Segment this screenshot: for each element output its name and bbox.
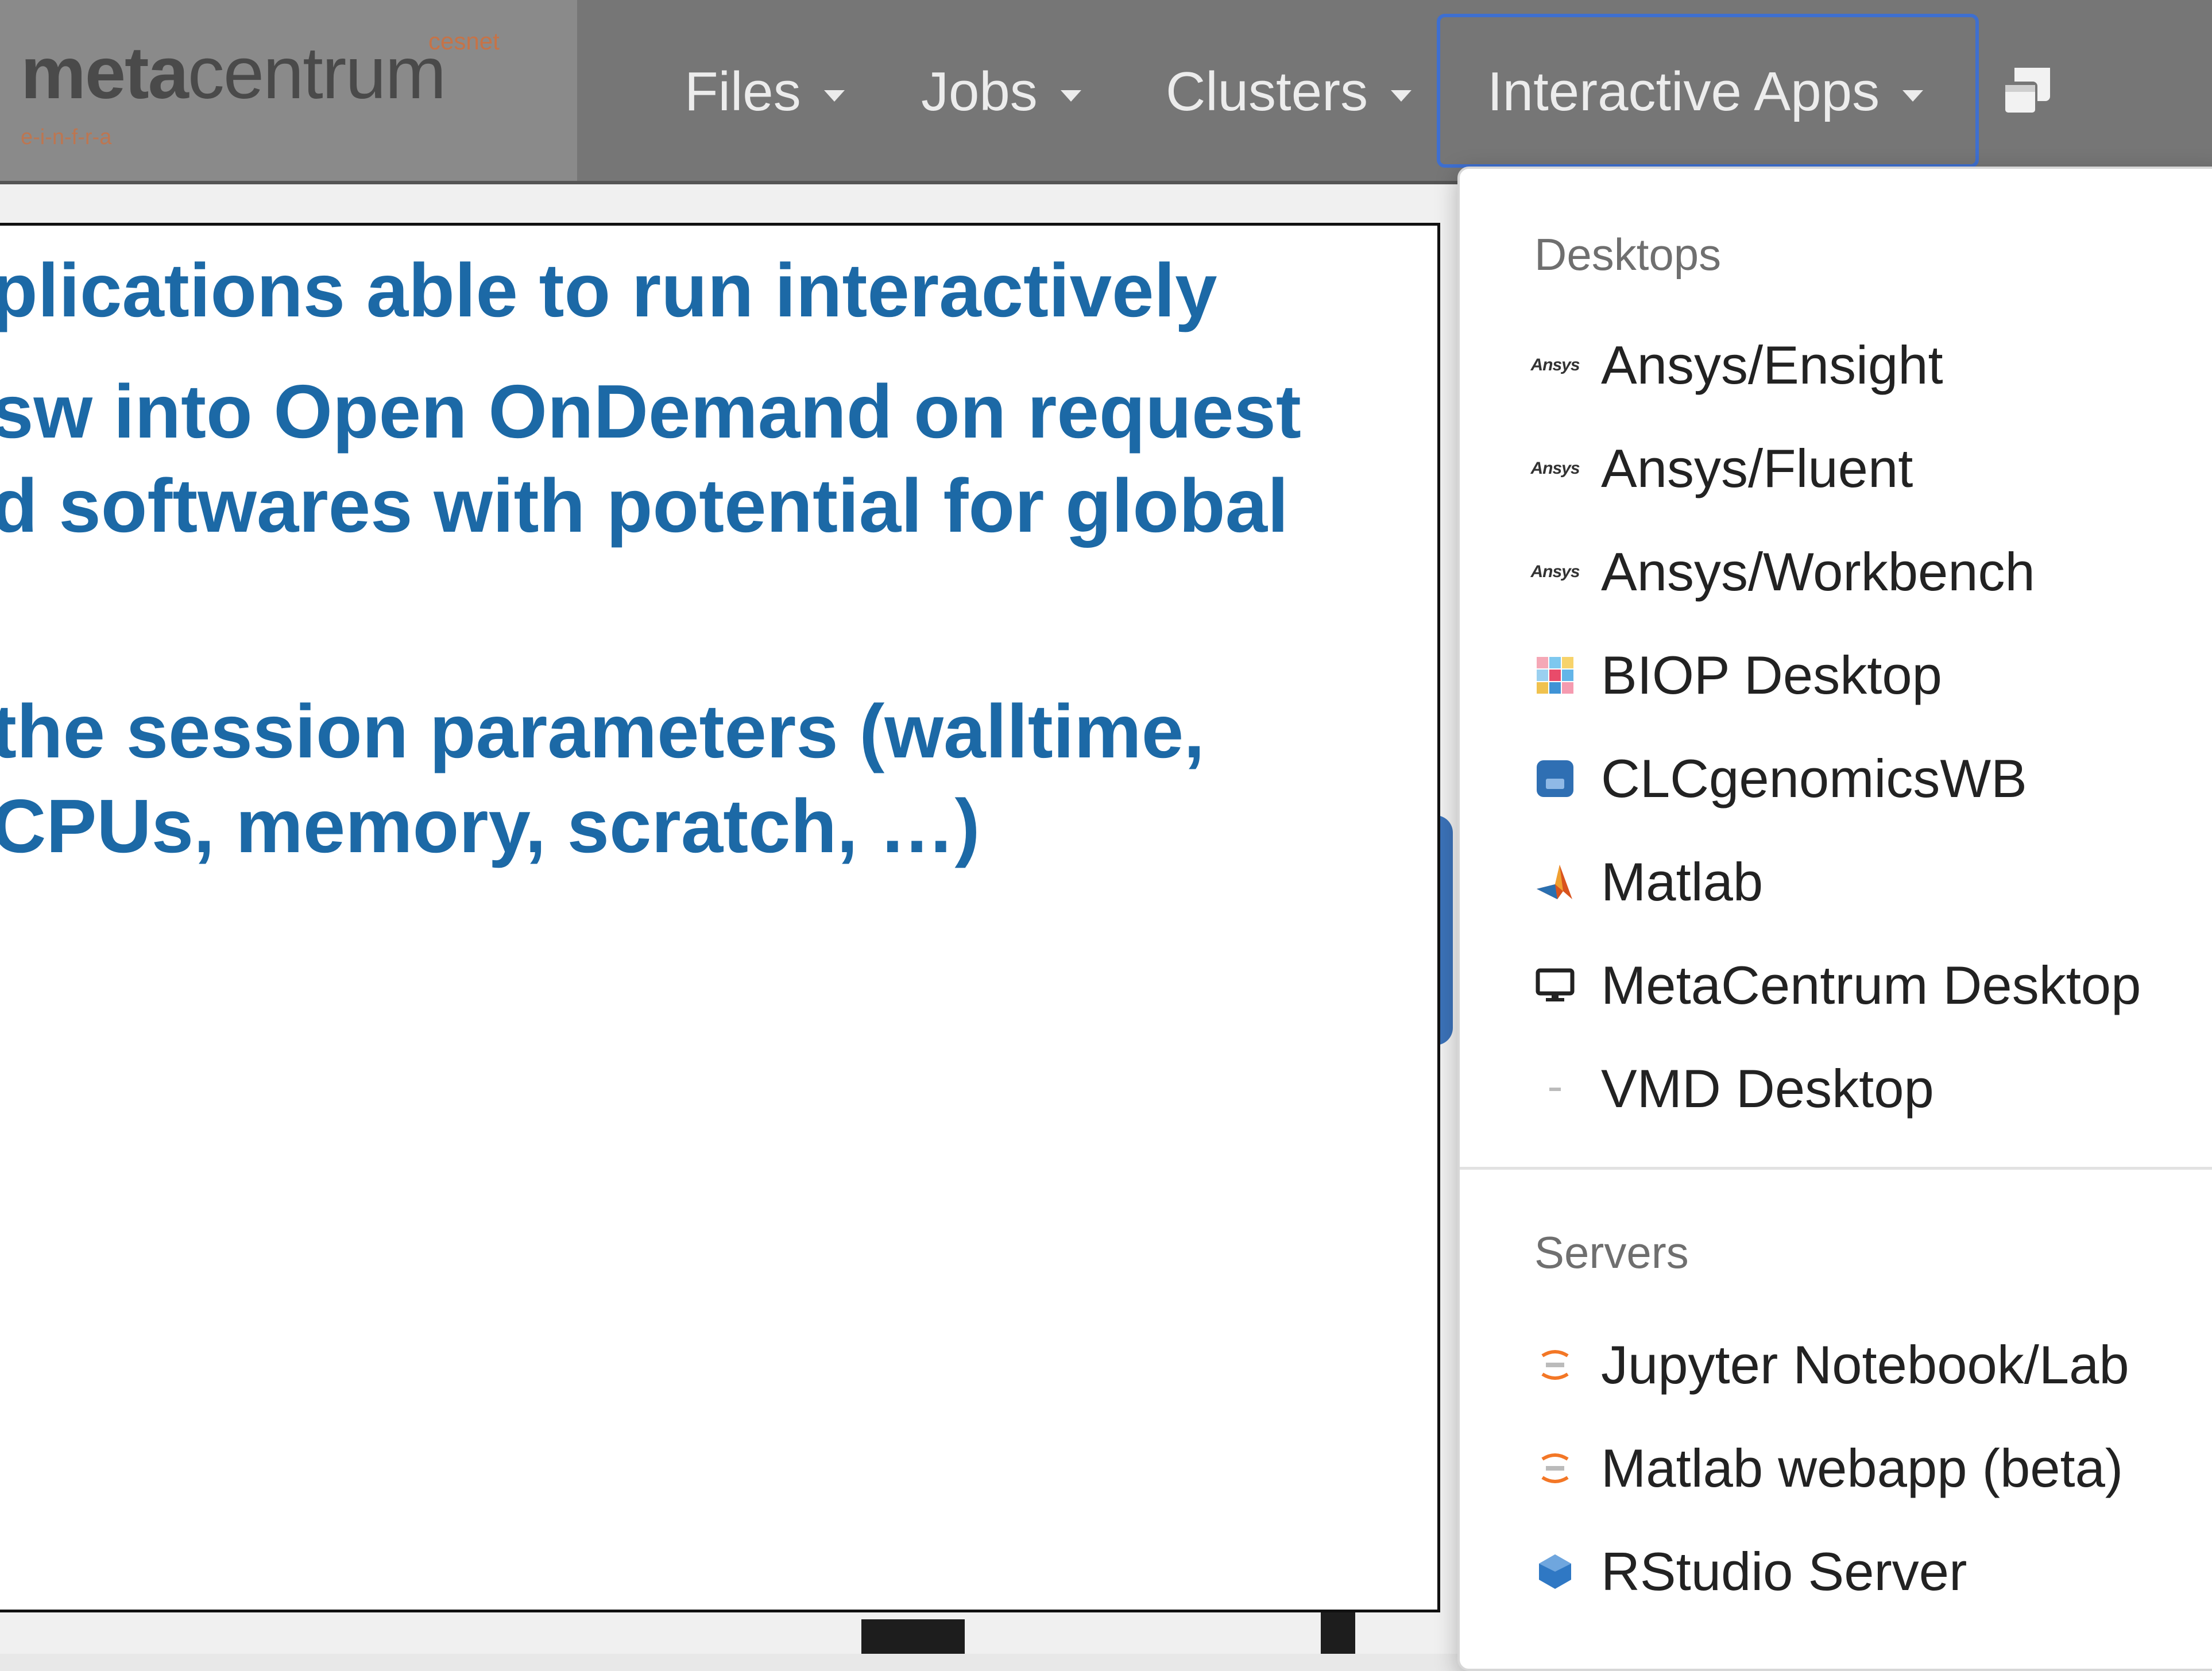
brand-small-text: cesnet bbox=[428, 28, 500, 55]
menu-item-metacentrum-desktop[interactable]: MetaCentrum Desktop bbox=[1534, 948, 2212, 1023]
chevron-down-icon bbox=[823, 90, 845, 102]
vmd-icon bbox=[1534, 1068, 1576, 1109]
ansys-icon: Ansys bbox=[1530, 355, 1580, 374]
menu-item-label: Matlab bbox=[1601, 852, 1764, 912]
menu-item-label: Ansys/Workbench bbox=[1601, 541, 2035, 602]
slide-line: the session parameters (walltime, bbox=[0, 689, 1205, 773]
interactive-apps-menu: Desktops Ansys Ansys/Ensight Ansys Ansys… bbox=[1457, 167, 2212, 1671]
menu-item-ansys-workbench[interactable]: Ansys Ansys/Workbench bbox=[1530, 535, 2212, 609]
menu-item-label: Matlab webapp (beta) bbox=[1601, 1438, 2124, 1498]
menu-item-ansys-fluent[interactable]: Ansys Ansys/Fluent bbox=[1530, 431, 2212, 506]
ansys-icon: Ansys bbox=[1530, 459, 1580, 478]
nav-files-label: Files bbox=[685, 61, 801, 122]
desktops-header: Desktops bbox=[1534, 229, 1722, 280]
ansys-icon: Ansys bbox=[1530, 562, 1580, 581]
menu-divider bbox=[1460, 1167, 2212, 1170]
slide-line: plications able to run interactively bbox=[0, 248, 1217, 332]
windows-icon[interactable] bbox=[1997, 63, 2055, 121]
menu-item-label: Ansys/Fluent bbox=[1601, 438, 1913, 498]
menu-item-matlab-webapp[interactable]: Matlab webapp (beta) bbox=[1534, 1431, 2212, 1506]
menu-item-label: VMD Desktop bbox=[1601, 1058, 1934, 1119]
menu-item-label: RStudio Server bbox=[1601, 1541, 1967, 1602]
jupyter-icon bbox=[1534, 1344, 1576, 1386]
slide-line: sw into Open OnDemand on request bbox=[0, 369, 1301, 454]
clc-icon bbox=[1534, 758, 1576, 799]
chevron-down-icon bbox=[1060, 90, 1081, 102]
rstudio-icon bbox=[1534, 1551, 1576, 1592]
desktop-monitor-icon bbox=[1534, 965, 1576, 1006]
slide-line: d softwares with potential for global bbox=[0, 463, 1289, 548]
nav-files-dropdown[interactable]: Files bbox=[685, 60, 845, 123]
top-navbar: metacentrum cesnet e-i-n-f-r-a Files Job… bbox=[0, 0, 2212, 184]
menu-item-vmd-desktop[interactable]: VMD Desktop bbox=[1534, 1051, 2212, 1126]
biop-icon bbox=[1534, 655, 1576, 696]
nav-jobs-dropdown[interactable]: Jobs bbox=[921, 60, 1081, 123]
menu-item-jupyter[interactable]: Jupyter Notebook/Lab bbox=[1534, 1328, 2212, 1402]
jupyter-icon bbox=[1534, 1448, 1576, 1489]
menu-item-biop-desktop[interactable]: BIOP Desktop bbox=[1534, 638, 2212, 713]
menu-item-label: Jupyter Notebook/Lab bbox=[1601, 1335, 2129, 1395]
nav-clusters-label: Clusters bbox=[1166, 61, 1368, 122]
background-dark-block bbox=[1321, 1608, 1355, 1654]
matlab-icon bbox=[1534, 861, 1576, 903]
servers-header: Servers bbox=[1534, 1227, 1689, 1278]
nav-clusters-dropdown[interactable]: Clusters bbox=[1166, 60, 1412, 123]
menu-item-clcgenomicswb[interactable]: CLCgenomicsWB bbox=[1534, 741, 2212, 816]
menu-item-label: Ansys/Ensight bbox=[1601, 335, 1943, 395]
brand-wordmark: metacentrum bbox=[21, 32, 446, 114]
nav-interactive-apps-label: Interactive Apps bbox=[1487, 61, 1880, 122]
menu-item-label: BIOP Desktop bbox=[1601, 645, 1942, 705]
nav-interactive-apps-dropdown[interactable]: Interactive Apps bbox=[1487, 60, 1924, 123]
chevron-down-icon bbox=[1902, 90, 1924, 102]
menu-item-ansys-ensight[interactable]: Ansys Ansys/Ensight bbox=[1530, 328, 2212, 403]
slide-line: CPUs, memory, scratch, …) bbox=[0, 784, 980, 868]
background-dark-block bbox=[861, 1619, 965, 1654]
chevron-down-icon bbox=[1391, 90, 1412, 102]
brand-subtext: e-i-n-f-r-a bbox=[21, 125, 112, 149]
brand-logo[interactable]: metacentrum cesnet e-i-n-f-r-a bbox=[0, 0, 577, 181]
menu-item-matlab[interactable]: Matlab bbox=[1534, 845, 2212, 919]
menu-item-rstudio-server[interactable]: RStudio Server bbox=[1534, 1534, 2212, 1609]
nav-jobs-label: Jobs bbox=[921, 61, 1038, 122]
slide-overlay: plications able to run interactively sw … bbox=[0, 223, 1440, 1612]
menu-item-label: CLCgenomicsWB bbox=[1601, 748, 2027, 809]
menu-item-label: MetaCentrum Desktop bbox=[1601, 955, 2141, 1015]
